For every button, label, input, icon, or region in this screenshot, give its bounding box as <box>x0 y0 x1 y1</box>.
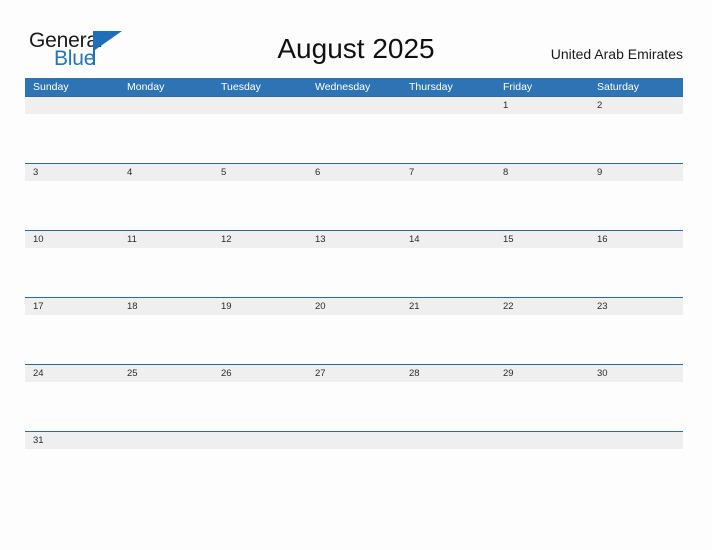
day-cell[interactable]: 13 <box>307 231 401 248</box>
date-band: 1 2 <box>25 97 683 114</box>
page-header: General Blue August 2025 United Arab Emi… <box>0 0 712 76</box>
day-cell[interactable]: 16 <box>589 231 683 248</box>
day-cell[interactable]: 6 <box>307 164 401 181</box>
day-cell[interactable]: 5 <box>213 164 307 181</box>
day-cell[interactable]: 17 <box>25 298 119 315</box>
weekday-header-thursday: Thursday <box>409 81 453 93</box>
day-cell[interactable]: 7 <box>401 164 495 181</box>
week-event-area[interactable] <box>25 382 683 432</box>
day-cell[interactable]: 26 <box>213 365 307 382</box>
day-cell[interactable]: 4 <box>119 164 213 181</box>
day-cell[interactable]: 22 <box>495 298 589 315</box>
weekday-header-friday: Friday <box>503 81 533 93</box>
week-row: 31 <box>25 431 683 499</box>
region-label: United Arab Emirates <box>550 46 683 62</box>
date-band: 10 11 12 13 14 15 16 <box>25 231 683 248</box>
day-cell[interactable]: 8 <box>495 164 589 181</box>
date-band: 24 25 26 27 28 29 30 <box>25 365 683 382</box>
day-cell[interactable]: 18 <box>119 298 213 315</box>
week-event-area[interactable] <box>25 315 683 365</box>
day-cell[interactable] <box>25 97 119 114</box>
day-cell[interactable]: 9 <box>589 164 683 181</box>
day-cell[interactable]: 21 <box>401 298 495 315</box>
day-cell[interactable]: 12 <box>213 231 307 248</box>
day-cell[interactable]: 28 <box>401 365 495 382</box>
day-cell[interactable]: 3 <box>25 164 119 181</box>
day-cell[interactable]: 20 <box>307 298 401 315</box>
day-cell[interactable] <box>589 432 683 449</box>
week-row: 1 2 <box>25 96 683 164</box>
week-event-area[interactable] <box>25 449 683 499</box>
day-cell[interactable]: 23 <box>589 298 683 315</box>
day-cell[interactable] <box>401 97 495 114</box>
day-cell[interactable]: 11 <box>119 231 213 248</box>
week-row: 10 11 12 13 14 15 16 <box>25 230 683 298</box>
weekday-header-tuesday: Tuesday <box>221 81 261 93</box>
day-cell[interactable]: 10 <box>25 231 119 248</box>
day-cell[interactable]: 29 <box>495 365 589 382</box>
weekday-header-row: Sunday Monday Tuesday Wednesday Thursday… <box>25 78 683 96</box>
day-cell[interactable]: 2 <box>589 97 683 114</box>
date-band: 31 <box>25 432 683 449</box>
day-cell[interactable] <box>119 97 213 114</box>
day-cell[interactable]: 14 <box>401 231 495 248</box>
day-cell[interactable]: 15 <box>495 231 589 248</box>
weekday-header-monday: Monday <box>127 81 165 93</box>
week-row: 17 18 19 20 21 22 23 <box>25 297 683 365</box>
week-event-area[interactable] <box>25 114 683 164</box>
day-cell[interactable] <box>495 432 589 449</box>
weekday-header-sunday: Sunday <box>33 81 69 93</box>
calendar-grid: Sunday Monday Tuesday Wednesday Thursday… <box>25 78 683 499</box>
day-cell[interactable]: 27 <box>307 365 401 382</box>
day-cell[interactable] <box>307 432 401 449</box>
day-cell[interactable]: 25 <box>119 365 213 382</box>
day-cell[interactable] <box>213 97 307 114</box>
day-cell[interactable] <box>213 432 307 449</box>
weekday-header-saturday: Saturday <box>597 81 640 93</box>
day-cell[interactable]: 24 <box>25 365 119 382</box>
date-band: 17 18 19 20 21 22 23 <box>25 298 683 315</box>
day-cell[interactable] <box>307 97 401 114</box>
day-cell[interactable]: 19 <box>213 298 307 315</box>
day-cell[interactable]: 1 <box>495 97 589 114</box>
day-cell[interactable] <box>119 432 213 449</box>
week-event-area[interactable] <box>25 248 683 298</box>
week-row: 24 25 26 27 28 29 30 <box>25 364 683 432</box>
day-cell[interactable]: 31 <box>25 432 119 449</box>
day-cell[interactable] <box>401 432 495 449</box>
date-band: 3 4 5 6 7 8 9 <box>25 164 683 181</box>
week-event-area[interactable] <box>25 181 683 231</box>
day-cell[interactable]: 30 <box>589 365 683 382</box>
week-row: 3 4 5 6 7 8 9 <box>25 163 683 231</box>
weekday-header-wednesday: Wednesday <box>315 81 371 93</box>
